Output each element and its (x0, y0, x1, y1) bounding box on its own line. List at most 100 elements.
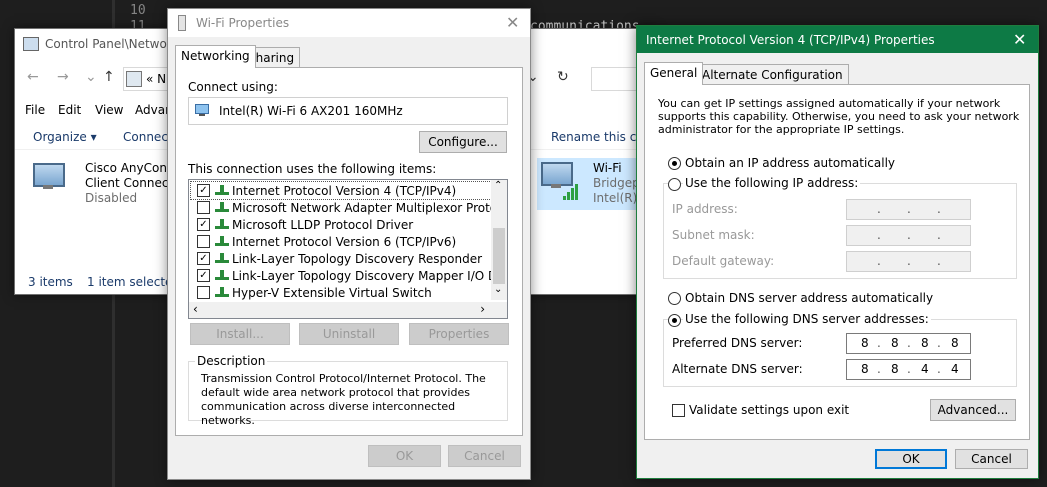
alternate-dns-input[interactable]: 8. 8. 4. 4 (846, 359, 971, 380)
refresh-icon[interactable]: ↻ (557, 69, 569, 85)
line-number: 10 (130, 3, 146, 18)
ipv4-properties-dialog: Internet Protocol Version 4 (TCP/IPv4) P… (636, 25, 1039, 479)
network-item-name: Cisco AnyConn (85, 161, 175, 175)
list-item[interactable]: ✓ Microsoft LLDP Protocol Driver (191, 216, 491, 233)
subnet-mask-input[interactable]: ... (846, 225, 971, 246)
item-checkbox[interactable]: ✓ (197, 184, 210, 197)
menu-view[interactable]: View (95, 103, 123, 117)
network-item-status: Disabled (85, 191, 138, 205)
address-text: « N (146, 72, 167, 86)
alternate-dns-label: Alternate DNS server: (672, 362, 803, 376)
recent-chevron-icon[interactable]: ⌄ (85, 69, 97, 85)
preferred-dns-label: Preferred DNS server: (672, 336, 803, 350)
list-item[interactable]: ✓ Link-Layer Topology Discovery Mapper I/… (191, 267, 507, 284)
scrollbar-thumb[interactable] (493, 228, 505, 284)
item-checkbox[interactable]: ✓ (197, 218, 210, 231)
horizontal-scrollbar[interactable]: ‹ › (189, 302, 507, 318)
uninstall-button[interactable]: Uninstall (299, 323, 399, 345)
preferred-dns-input[interactable]: 8. 8. 8. 8 (846, 333, 971, 354)
item-checkbox[interactable]: ✓ (197, 269, 210, 282)
scroll-right-icon[interactable]: › (480, 302, 485, 316)
network-item-name: Wi-Fi (593, 161, 622, 175)
item-checkbox[interactable] (197, 286, 210, 299)
close-icon[interactable]: ✕ (506, 13, 519, 32)
tab-alternate-configuration[interactable]: Alternate Configuration (696, 64, 849, 85)
item-label: Internet Protocol Version 4 (TCP/IPv4) (232, 184, 457, 198)
default-gateway-input[interactable]: ... (846, 251, 971, 272)
forward-arrow-icon[interactable]: → (57, 69, 69, 85)
vertical-scrollbar[interactable]: ⌃ ⌄ (491, 180, 507, 300)
close-icon[interactable]: ✕ (1013, 30, 1026, 49)
protocol-icon (215, 185, 229, 195)
item-checkbox[interactable]: ✓ (197, 252, 210, 265)
adapter-field: Intel(R) Wi-Fi 6 AX201 160MHz (188, 97, 508, 125)
ip-address-groupbox: Use the following IP address: IP address… (663, 176, 1017, 279)
menu-edit[interactable]: Edit (58, 103, 81, 117)
protocol-icon (215, 270, 229, 280)
list-item[interactable]: ✓ Link-Layer Topology Discovery Responder (191, 250, 491, 267)
item-label: Internet Protocol Version 6 (TCP/IPv6) (232, 235, 457, 249)
protocol-icon (215, 287, 229, 297)
signal-bars-icon (563, 184, 579, 200)
ipv4-properties-titlebar[interactable]: Internet Protocol Version 4 (TCP/IPv4) P… (637, 26, 1038, 53)
description-text: Transmission Control Protocol/Internet P… (201, 372, 486, 427)
list-item[interactable]: Internet Protocol Version 6 (TCP/IPv6) (191, 233, 491, 250)
cancel-button[interactable]: Cancel (448, 445, 521, 467)
use-following-ip-radio[interactable] (668, 178, 681, 191)
connect-button[interactable]: Connect (123, 130, 173, 144)
use-following-dns-label[interactable]: Use the following DNS server addresses: (683, 312, 931, 326)
item-label: Microsoft LLDP Protocol Driver (232, 218, 414, 232)
item-count: 3 items (28, 275, 73, 289)
item-label: Link-Layer Topology Discovery Mapper I/O… (232, 269, 508, 283)
list-item[interactable]: Hyper-V Extensible Virtual Switch (191, 284, 491, 301)
ip-address-input[interactable]: ... (846, 199, 971, 220)
scroll-down-icon[interactable]: ⌄ (494, 284, 502, 295)
validate-checkbox[interactable] (672, 404, 685, 417)
back-arrow-icon[interactable]: ← (27, 69, 39, 85)
ok-button[interactable]: OK (368, 445, 441, 467)
obtain-ip-auto-label[interactable]: Obtain an IP address automatically (685, 156, 895, 170)
connect-using-label: Connect using: (188, 80, 278, 94)
protocol-icon (215, 219, 229, 229)
folder-icon (23, 37, 39, 51)
protocol-icon (215, 236, 229, 246)
obtain-dns-auto-label[interactable]: Obtain DNS server address automatically (685, 291, 933, 305)
configure-button[interactable]: Configure... (419, 131, 507, 153)
use-following-ip-label[interactable]: Use the following IP address: (683, 176, 861, 190)
cancel-button[interactable]: Cancel (955, 449, 1028, 469)
intro-text: You can get IP settings assigned automat… (658, 97, 1020, 136)
general-tab-panel: You can get IP settings assigned automat… (644, 84, 1030, 440)
up-arrow-icon[interactable]: ↑ (103, 69, 115, 85)
list-item[interactable]: Microsoft Network Adapter Multiplexor Pr… (191, 199, 507, 216)
item-checkbox[interactable] (197, 235, 210, 248)
ok-button[interactable]: OK (875, 449, 947, 469)
dialog-title: Wi-Fi Properties (196, 16, 290, 30)
advanced-button[interactable]: Advanced... (930, 399, 1016, 421)
validate-label[interactable]: Validate settings upon exit (689, 403, 849, 417)
use-following-dns-radio[interactable] (668, 314, 681, 327)
network-item-subtitle: Client Connecti (85, 176, 177, 190)
obtain-ip-auto-radio[interactable] (668, 157, 681, 170)
organize-button[interactable]: Organize ▾ (33, 130, 97, 144)
item-label: Microsoft Network Adapter Multiplexor Pr… (232, 201, 508, 215)
tab-general[interactable]: General (644, 62, 704, 85)
menu-file[interactable]: File (25, 103, 45, 117)
dns-groupbox: Use the following DNS server addresses: … (663, 312, 1017, 387)
install-button[interactable]: Install... (190, 323, 290, 345)
protocol-icon (215, 253, 229, 263)
connection-items-list: ✓ Internet Protocol Version 4 (TCP/IPv4) M… (188, 179, 508, 319)
scroll-left-icon[interactable]: ‹ (193, 302, 198, 316)
properties-button[interactable]: Properties (409, 323, 509, 345)
scroll-up-icon[interactable]: ⌃ (494, 180, 502, 191)
dialog-title: Internet Protocol Version 4 (TCP/IPv4) P… (646, 33, 935, 47)
tab-networking[interactable]: Networking (175, 45, 256, 68)
description-groupbox: Description Transmission Control Protoco… (188, 354, 508, 427)
network-adapter-icon (195, 104, 211, 116)
wifi-properties-titlebar[interactable]: Wi-Fi Properties ✕ (168, 9, 530, 37)
rename-button[interactable]: Rename this co (551, 130, 644, 144)
protocol-icon (215, 202, 229, 212)
obtain-dns-auto-radio[interactable] (668, 292, 681, 305)
network-adapter-icon (178, 15, 186, 31)
item-checkbox[interactable] (197, 201, 210, 214)
list-item[interactable]: ✓ Internet Protocol Version 4 (TCP/IPv4) (190, 181, 492, 200)
